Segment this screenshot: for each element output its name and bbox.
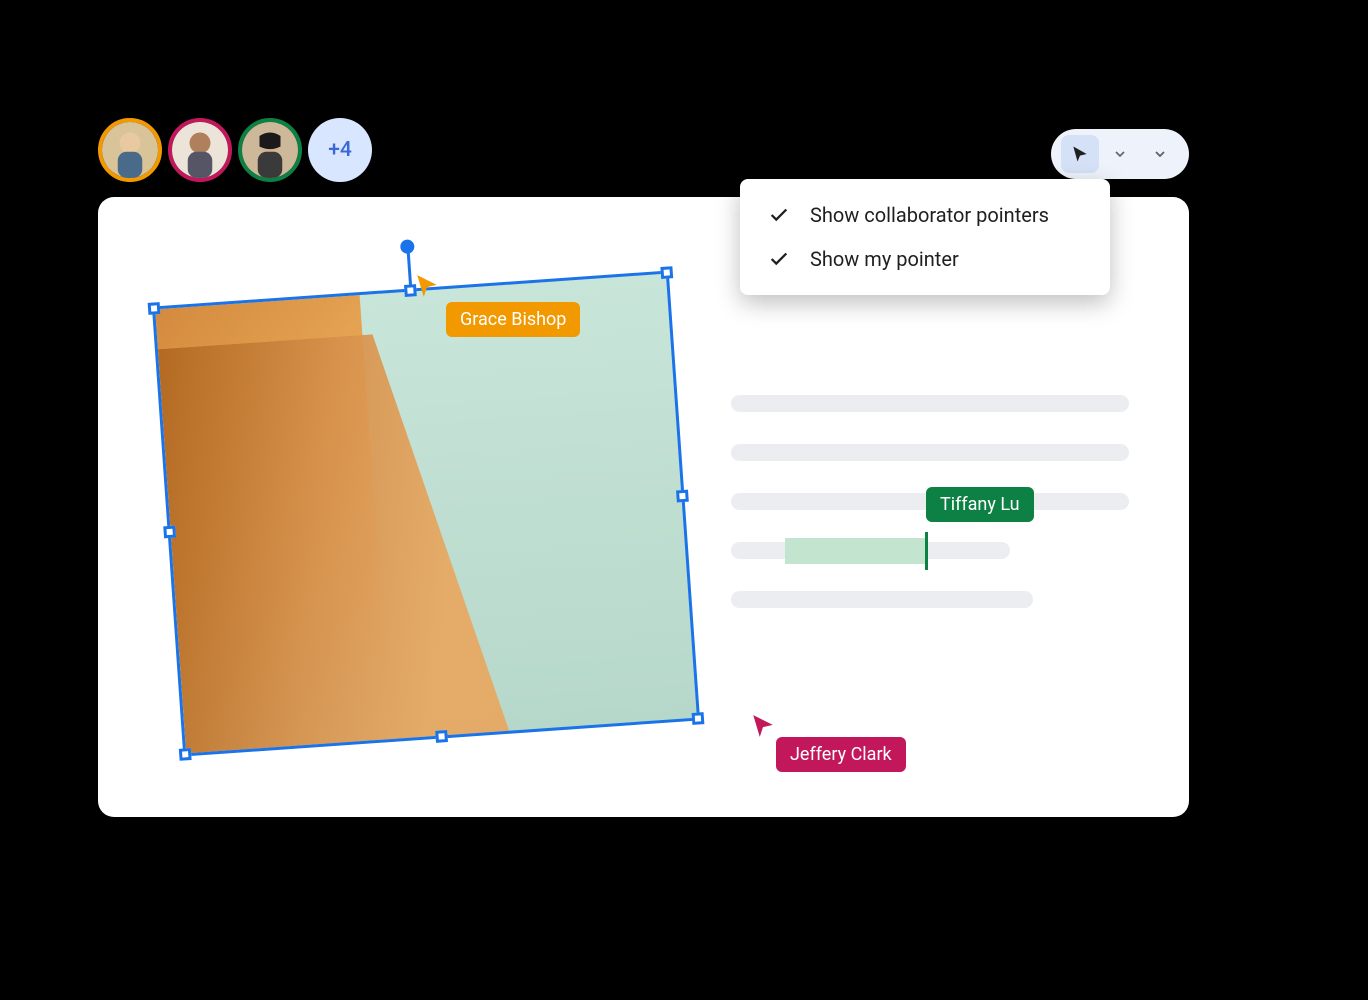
collaborator-caret-tiffany <box>925 532 928 570</box>
text-line-with-selection <box>731 542 1129 559</box>
collaborator-cursor-grace <box>414 273 440 299</box>
collaborator-cursor-jeffery <box>750 713 776 743</box>
toolbar-expand-button[interactable] <box>1141 135 1179 173</box>
check-icon <box>768 248 790 270</box>
selected-image[interactable] <box>155 274 697 754</box>
check-icon <box>768 204 790 226</box>
resize-handle-l[interactable] <box>163 525 176 538</box>
pointer-dropdown-menu: Show collaborator pointers Show my point… <box>740 179 1110 295</box>
text-line <box>731 591 1033 608</box>
collaborator-tag-tiffany: Tiffany Lu <box>926 487 1034 522</box>
text-selection-highlight <box>785 538 925 564</box>
collaborator-tag-grace: Grace Bishop <box>446 302 580 337</box>
slide-canvas: Show collaborator pointers Show my point… <box>98 197 1189 817</box>
avatar-1[interactable] <box>98 118 162 182</box>
text-line <box>731 395 1129 412</box>
image-content <box>155 274 697 754</box>
resize-handle-bl[interactable] <box>179 748 192 761</box>
resize-handle-r[interactable] <box>676 489 689 502</box>
cursor-dropdown-caret[interactable] <box>1101 135 1139 173</box>
menu-item-label: Show collaborator pointers <box>810 203 1049 227</box>
avatar-overflow[interactable]: +4 <box>308 118 372 182</box>
menu-item-show-collaborator-pointers[interactable]: Show collaborator pointers <box>740 193 1110 237</box>
resize-handle-b[interactable] <box>435 730 448 743</box>
menu-item-label: Show my pointer <box>810 247 959 271</box>
avatar-2[interactable] <box>168 118 232 182</box>
collaborator-tag-jeffery: Jeffery Clark <box>776 737 906 772</box>
collaborator-avatars: +4 <box>98 118 372 182</box>
menu-item-show-my-pointer[interactable]: Show my pointer <box>740 237 1110 281</box>
avatar-3[interactable] <box>238 118 302 182</box>
resize-handle-tr[interactable] <box>660 266 673 279</box>
rotation-handle[interactable] <box>400 239 415 254</box>
cursor-tool-button[interactable] <box>1061 135 1099 173</box>
resize-handle-tl[interactable] <box>148 302 161 315</box>
pointer-toolbar <box>1051 129 1189 179</box>
resize-handle-br[interactable] <box>692 712 705 725</box>
text-line <box>731 444 1129 461</box>
